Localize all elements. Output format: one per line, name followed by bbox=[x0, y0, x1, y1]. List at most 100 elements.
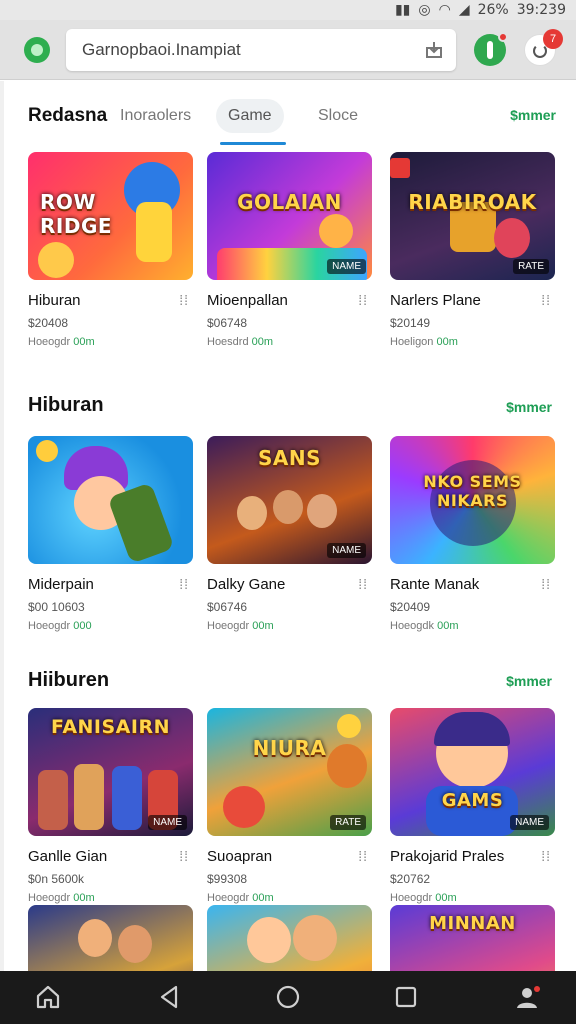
game-card[interactable]: RIABIROAK RATE Narlers Plane ⁞⁞ $20149 H… bbox=[390, 152, 555, 348]
game-thumbnail[interactable] bbox=[28, 905, 193, 971]
game-art-title: RIABIROAK bbox=[408, 190, 537, 214]
more-options-icon[interactable]: ⁞⁞ bbox=[179, 292, 189, 308]
category-tabs: Redasna Inoraolers Game Sloce $mmer bbox=[4, 93, 576, 145]
main-content: Redasna Inoraolers Game Sloce $mmer ROW … bbox=[0, 81, 576, 971]
game-card[interactable]: FANISAIRN NAME Ganlle Gian ⁞⁞ $0n 5600k … bbox=[28, 708, 193, 904]
more-options-icon[interactable]: ⁞⁞ bbox=[179, 848, 189, 864]
game-card[interactable] bbox=[28, 905, 193, 971]
tab-inoraolers[interactable]: Inoraolers bbox=[120, 99, 191, 133]
game-thumbnail[interactable]: NIURA RATE bbox=[207, 708, 372, 836]
home-icon[interactable] bbox=[34, 983, 62, 1011]
more-options-icon[interactable]: ⁞⁞ bbox=[179, 576, 189, 592]
game-price: $00 10603 bbox=[28, 600, 85, 614]
game-tag: NAME bbox=[510, 815, 549, 830]
game-thumbnail[interactable]: GOLAIAN NAME bbox=[207, 152, 372, 280]
game-art-title: GAMS bbox=[441, 790, 504, 811]
game-meta: Hoeligon 00m bbox=[390, 336, 458, 348]
game-title[interactable]: Mioenpallan bbox=[207, 292, 288, 309]
game-card[interactable]: SANS NAME Dalky Gane ⁞⁞ $06746 Hoeogdr 0… bbox=[207, 436, 372, 632]
game-price: $20408 bbox=[28, 316, 69, 330]
game-meta: Hoeogdk 00m bbox=[390, 620, 459, 632]
game-art-title: ROW RIDGE bbox=[40, 190, 113, 238]
section-title: Hiburan bbox=[28, 394, 104, 416]
game-thumbnail[interactable] bbox=[207, 905, 372, 971]
avatar-badge: 7 bbox=[543, 29, 563, 49]
game-title[interactable]: Suoapran bbox=[207, 848, 272, 865]
see-more-link[interactable]: $mmer bbox=[510, 107, 556, 123]
notification-button[interactable] bbox=[474, 32, 508, 66]
game-meta: Hoesdrd 00m bbox=[207, 336, 274, 348]
see-more-link[interactable]: $mmer bbox=[506, 673, 552, 689]
account-button[interactable]: 7 bbox=[524, 29, 563, 66]
signal-icon: ▮▮ bbox=[394, 2, 411, 18]
home-circle-icon[interactable] bbox=[274, 983, 302, 1011]
game-thumbnail[interactable]: FANISAIRN NAME bbox=[28, 708, 193, 836]
more-options-icon[interactable]: ⁞⁞ bbox=[541, 292, 551, 308]
tab-sloce[interactable]: Sloce bbox=[318, 99, 358, 133]
more-options-icon[interactable]: ⁞⁞ bbox=[358, 848, 368, 864]
more-options-icon[interactable]: ⁞⁞ bbox=[541, 576, 551, 592]
bottom-navigation bbox=[0, 971, 576, 1024]
game-price: $06746 bbox=[207, 600, 248, 614]
game-card[interactable]: ROW RIDGE Hiburan ⁞⁞ $20408 Hoeogdr 00m bbox=[28, 152, 193, 348]
game-meta: Hoeogdr 000 bbox=[28, 620, 92, 632]
tab-redasna[interactable]: Redasna bbox=[28, 99, 107, 133]
game-price: $99308 bbox=[207, 872, 248, 886]
game-art-title: MINNAN bbox=[429, 913, 516, 934]
game-meta: Hoeogdr 00m bbox=[28, 336, 95, 348]
profile-icon[interactable] bbox=[514, 983, 542, 1011]
game-price: $20762 bbox=[390, 872, 431, 886]
see-more-link[interactable]: $mmer bbox=[506, 399, 552, 415]
refresh-icon bbox=[533, 44, 547, 58]
game-thumbnail[interactable]: NKO SEMS NIKARS bbox=[390, 436, 555, 564]
game-art-title: FANISAIRN bbox=[51, 716, 170, 738]
game-tag: RATE bbox=[513, 259, 549, 274]
recents-icon[interactable] bbox=[392, 983, 420, 1011]
tab-game[interactable]: Game bbox=[216, 99, 286, 145]
game-card[interactable]: NKO SEMS NIKARS Rante Manak ⁞⁞ $20409 Ho… bbox=[390, 436, 555, 632]
game-thumbnail[interactable]: MINNAN bbox=[390, 905, 555, 971]
section-title: Hiiburen bbox=[28, 669, 110, 691]
game-price: $20149 bbox=[390, 316, 431, 330]
search-bar[interactable] bbox=[66, 29, 456, 71]
back-icon[interactable] bbox=[156, 983, 184, 1011]
game-tag: NAME bbox=[327, 259, 366, 274]
game-thumbnail[interactable]: SANS NAME bbox=[207, 436, 372, 564]
game-card[interactable] bbox=[207, 905, 372, 971]
game-card[interactable]: MINNAN bbox=[390, 905, 555, 971]
app-logo-icon[interactable] bbox=[24, 37, 50, 63]
game-title[interactable]: Prakojarid Prales bbox=[390, 848, 504, 865]
more-options-icon[interactable]: ⁞⁞ bbox=[541, 848, 551, 864]
game-meta: Hoeogdr 00m bbox=[207, 892, 274, 904]
vpn-icon: ◎ bbox=[418, 2, 431, 18]
game-meta: Hoeogdr 00m bbox=[28, 892, 95, 904]
game-card[interactable]: GOLAIAN NAME Mioenpallan ⁞⁞ $06748 Hoesd… bbox=[207, 152, 372, 348]
cell-icon: ◢ bbox=[458, 2, 470, 18]
game-title[interactable]: Ganlle Gian bbox=[28, 848, 107, 865]
more-options-icon[interactable]: ⁞⁞ bbox=[358, 292, 368, 308]
game-art-title: NIURA bbox=[252, 736, 327, 760]
game-tag: NAME bbox=[148, 815, 187, 830]
game-thumbnail[interactable]: RIABIROAK RATE bbox=[390, 152, 555, 280]
game-title[interactable]: Rante Manak bbox=[390, 576, 479, 593]
more-options-icon[interactable]: ⁞⁞ bbox=[358, 576, 368, 592]
game-title[interactable]: Narlers Plane bbox=[390, 292, 481, 309]
game-title[interactable]: Hiburan bbox=[28, 292, 81, 309]
game-title[interactable]: Miderpain bbox=[28, 576, 94, 593]
status-bar: ▮▮ ◎ ◠ ◢ 26% 39:239 bbox=[0, 0, 576, 20]
game-title[interactable]: Dalky Gane bbox=[207, 576, 285, 593]
game-art-title: NKO SEMS NIKARS bbox=[423, 472, 522, 510]
battery-percent: 26% bbox=[477, 2, 509, 18]
game-art-title: SANS bbox=[257, 446, 322, 470]
game-price: $0n 5600k bbox=[28, 872, 85, 886]
clock: 39:239 bbox=[516, 2, 566, 18]
game-thumbnail[interactable]: GAMS NAME bbox=[390, 708, 555, 836]
game-thumbnail[interactable]: ROW RIDGE bbox=[28, 152, 193, 280]
search-input[interactable] bbox=[82, 39, 402, 61]
game-card[interactable]: NIURA RATE Suoapran ⁞⁞ $99308 Hoeogdr 00… bbox=[207, 708, 372, 904]
game-price: $06748 bbox=[207, 316, 248, 330]
game-thumbnail[interactable] bbox=[28, 436, 193, 564]
game-card[interactable]: GAMS NAME Prakojarid Prales ⁞⁞ $20762 Ho… bbox=[390, 708, 555, 904]
download-icon[interactable] bbox=[424, 40, 444, 60]
game-card[interactable]: Miderpain ⁞⁞ $00 10603 Hoeogdr 000 bbox=[28, 436, 193, 632]
